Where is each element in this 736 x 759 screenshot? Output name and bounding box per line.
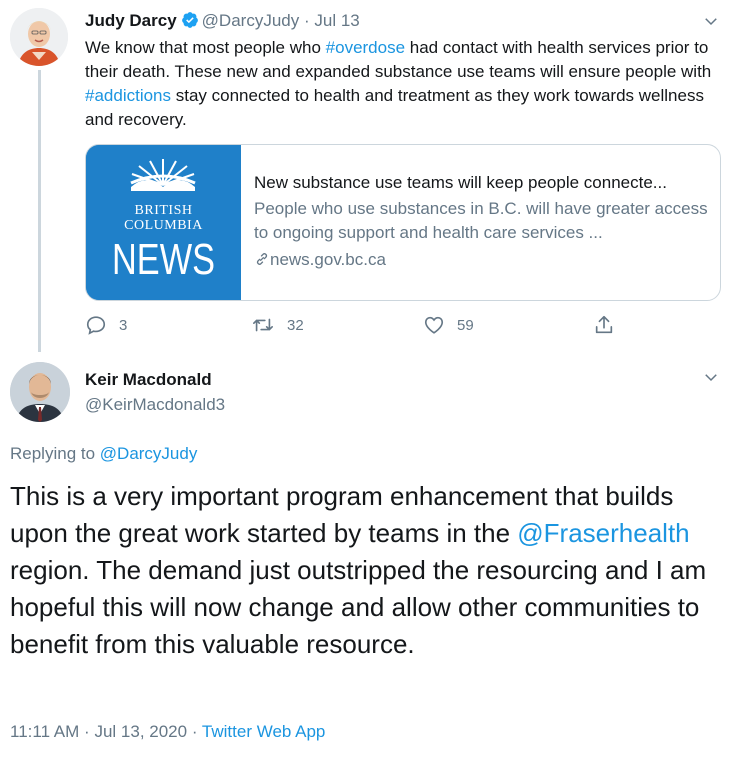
tweet-time[interactable]: 11:11 AM (10, 722, 79, 741)
retweet-count: 32 (287, 316, 304, 334)
judy-darcy-avatar[interactable] (10, 8, 68, 66)
mention-fraserhealth[interactable]: @Fraserhealth (517, 518, 689, 548)
tweet1-header: Judy Darcy @DarcyJudy · Jul 13 (85, 10, 360, 35)
separator-dot: · (84, 722, 90, 741)
tweet-date[interactable]: Jul 13 (314, 11, 359, 30)
reply-button[interactable]: 3 (85, 314, 127, 336)
logo-text-british: BRITISH (134, 203, 193, 218)
share-icon (595, 315, 613, 334)
hashtag-overdose[interactable]: #overdose (326, 38, 405, 57)
like-count: 59 (457, 316, 474, 334)
chevron-down-icon (705, 18, 717, 26)
reply-icon (86, 316, 106, 335)
separator-dot: · (191, 722, 198, 741)
replying-to: Replying to @DarcyJudy (10, 443, 197, 465)
retweet-icon (253, 318, 273, 332)
card-body: New substance use teams will keep people… (254, 171, 709, 272)
tweet-full-date[interactable]: Jul 13, 2020 (94, 722, 187, 741)
card-domain: news.gov.bc.ca (254, 248, 709, 272)
link-icon (256, 253, 268, 265)
tweet2-text: This is a very important program enhance… (10, 478, 726, 663)
replying-label: Replying to (10, 444, 100, 463)
logo-text-columbia: COLUMBIA (124, 218, 203, 233)
tweet-metadata: 11:11 AM · Jul 13, 2020 · Twitter Web Ap… (10, 721, 325, 743)
hashtag-addictions[interactable]: #addictions (85, 86, 171, 105)
tweet1-actions: 3 32 59 (85, 314, 725, 338)
replying-handle-link[interactable]: @DarcyJudy (100, 444, 198, 463)
verified-badge-icon (181, 11, 199, 35)
tweet1-text: We know that most people who #overdose h… (85, 36, 715, 132)
card-title: New substance use teams will keep people… (254, 173, 667, 192)
card-domain-text: news.gov.bc.ca (270, 250, 386, 269)
logo-text-news: NEWS (112, 235, 215, 284)
heart-icon (424, 316, 444, 334)
retweet-button[interactable]: 32 (251, 314, 304, 336)
reply-count: 3 (119, 316, 128, 334)
like-button[interactable]: 59 (423, 314, 474, 336)
author-name[interactable]: Judy Darcy (85, 11, 177, 30)
bc-news-logo-image: BRITISH COLUMBIA NEWS (86, 145, 241, 300)
author-handle[interactable]: @DarcyJudy (202, 11, 300, 30)
text-segment: We know that most people who (85, 38, 326, 57)
tweet2-menu-button[interactable] (702, 368, 720, 391)
keir-macdonald-avatar[interactable] (10, 362, 70, 422)
tweet-source[interactable]: Twitter Web App (202, 722, 325, 741)
separator-dot: · (303, 11, 310, 30)
tweet1-menu-button[interactable] (702, 12, 720, 35)
author-name[interactable]: Keir Macdonald (85, 369, 212, 391)
text-segment: region. The demand just outstripped the … (10, 555, 707, 659)
author-handle[interactable]: @KeirMacdonald3 (85, 394, 225, 416)
chevron-down-icon (705, 374, 717, 382)
share-button[interactable] (593, 314, 627, 336)
thread-line (38, 70, 41, 352)
card-description: People who use substances in B.C. will h… (254, 199, 708, 242)
text-segment: stay connected to health and treatment a… (85, 86, 704, 129)
link-preview-card[interactable]: BRITISH COLUMBIA NEWS New substance use … (85, 144, 721, 301)
